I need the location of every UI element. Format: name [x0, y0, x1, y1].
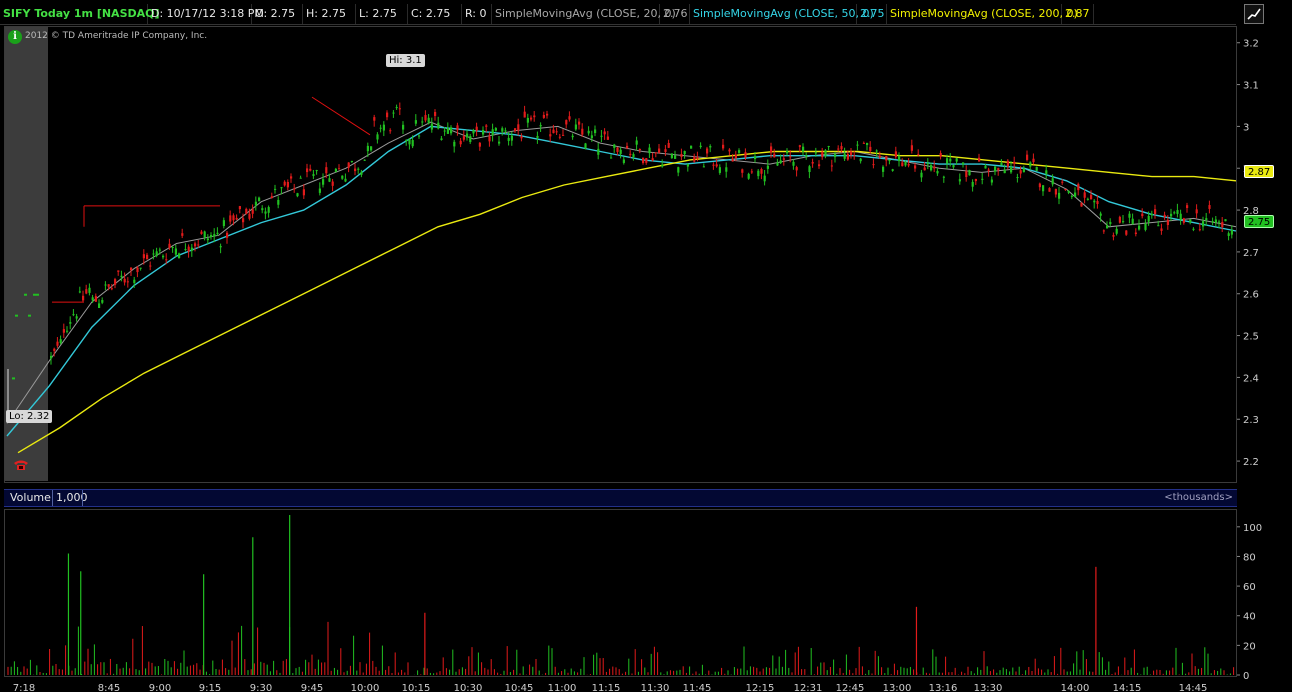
x-tick-label: 10:15 — [402, 683, 431, 692]
x-tick-label: 11:45 — [683, 683, 712, 692]
volume-chart: 7:18 8:45 9:00 9:15 9:30 9:45 10:00 10:15 10:30 1… — [7, 514, 1262, 692]
vol-y-tick-label: 60 — [1243, 582, 1256, 593]
vol-y-tick-label: 100 — [1243, 523, 1262, 534]
x-tick-label: 9:00 — [149, 683, 171, 692]
x-tick-label: 9:15 — [199, 683, 221, 692]
x-tick-label: 14:15 — [1113, 683, 1142, 692]
volume-bars — [7, 514, 1235, 675]
x-tick-label: 7:18 — [13, 683, 35, 692]
x-tick-label: 13:00 — [883, 683, 912, 692]
x-tick-label: 12:31 — [794, 683, 823, 692]
x-tick-label: 10:45 — [505, 683, 534, 692]
x-tick-label: 11:00 — [548, 683, 577, 692]
x-tick-label: 13:30 — [974, 683, 1003, 692]
x-tick-label: 14:00 — [1061, 683, 1090, 692]
x-tick-label: 10:30 — [454, 683, 483, 692]
x-tick-label: 13:16 — [929, 683, 958, 692]
x-tick-label: 14:45 — [1179, 683, 1208, 692]
x-tick-label: 12:45 — [836, 683, 865, 692]
vol-y-tick-label: 80 — [1243, 552, 1256, 563]
x-tick-label: 11:30 — [641, 683, 670, 692]
vol-y-tick-label: 0 — [1243, 671, 1249, 682]
x-tick-label: 10:00 — [351, 683, 380, 692]
x-tick-label: 12:15 — [746, 683, 775, 692]
x-tick-label: 11:15 — [592, 683, 621, 692]
x-tick-label: 9:45 — [301, 683, 323, 692]
x-tick-label: 9:30 — [250, 683, 272, 692]
x-tick-label: 8:45 — [98, 683, 120, 692]
vol-y-tick-label: 40 — [1243, 612, 1256, 623]
vol-y-tick-label: 20 — [1243, 641, 1256, 652]
